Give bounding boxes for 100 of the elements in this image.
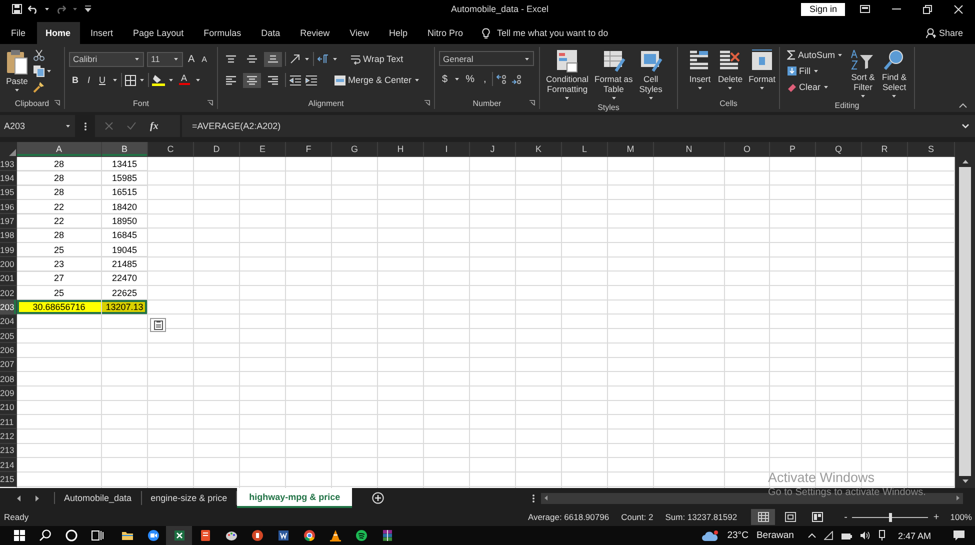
formula-field[interactable]: =AVERAGE(A2:A202): [182, 115, 975, 137]
ribbon-tab[interactable]: Nitro Pro: [418, 22, 472, 44]
ribbon-tab[interactable]: Insert: [82, 22, 122, 44]
scroll-left-icon[interactable]: [544, 495, 548, 501]
ribbon-tab[interactable]: File: [2, 22, 35, 44]
cells-button[interactable]: Format: [746, 47, 778, 97]
video-camera-icon[interactable]: [146, 529, 160, 542]
row-header[interactable]: 201: [0, 272, 17, 286]
column-header[interactable]: R: [862, 142, 908, 157]
scroll-up-icon[interactable]: [962, 159, 968, 164]
row-header[interactable]: 212: [0, 429, 17, 444]
document-app-icon[interactable]: [198, 529, 212, 542]
row-header[interactable]: 206: [0, 343, 17, 358]
more-options-icon[interactable]: [532, 494, 536, 502]
word-app-icon[interactable]: [276, 529, 290, 542]
row-header[interactable]: 205: [0, 328, 17, 344]
format-painter-icon[interactable]: [33, 81, 45, 93]
row-header[interactable]: 207: [0, 358, 17, 372]
number-format-field[interactable]: General: [439, 51, 534, 66]
ribbon-display-icon[interactable]: [860, 5, 870, 13]
row-header[interactable]: 213: [0, 444, 17, 458]
caret-icon[interactable]: [822, 84, 829, 90]
column-header[interactable]: S: [908, 142, 955, 157]
restore-icon[interactable]: [923, 4, 932, 14]
scroll-right-icon[interactable]: [956, 495, 960, 501]
search-field[interactable]: Tell me what you want to do: [497, 28, 608, 38]
task-view-icon[interactable]: [90, 529, 104, 542]
caret-icon[interactable]: [173, 56, 179, 62]
decrease-indent-icon[interactable]: [289, 74, 302, 86]
row-header[interactable]: 199: [0, 242, 17, 258]
caret-icon[interactable]: [44, 6, 50, 12]
sign-in-button[interactable]: Sign in: [801, 2, 845, 16]
music-app-icon[interactable]: [354, 529, 368, 542]
sheet-tab[interactable]: highway-mpg & price: [237, 488, 352, 508]
scroll-down-icon[interactable]: [962, 479, 968, 484]
new-sheet-icon[interactable]: [372, 492, 384, 504]
browser-icon[interactable]: [302, 529, 316, 542]
share-button[interactable]: Share: [920, 22, 975, 44]
column-header[interactable]: E: [240, 142, 286, 157]
expand-icon[interactable]: [962, 124, 969, 128]
column-header[interactable]: Q: [816, 142, 862, 157]
column-header[interactable]: G: [332, 142, 378, 157]
italic-button[interactable]: I: [84, 72, 94, 88]
caret-icon[interactable]: [194, 77, 201, 83]
next-sheet-icon[interactable]: [35, 494, 40, 502]
caret-icon[interactable]: [697, 85, 703, 92]
dialog-launcher-icon[interactable]: [54, 100, 60, 106]
font-color-button[interactable]: A: [176, 72, 192, 88]
copy-icon[interactable]: [33, 65, 45, 77]
caret-icon[interactable]: [332, 56, 338, 62]
save-icon[interactable]: [12, 4, 22, 14]
row-header[interactable]: 198: [0, 228, 17, 243]
caret-icon[interactable]: [524, 56, 530, 62]
increase-indent-icon[interactable]: [305, 74, 318, 86]
dialog-launcher-icon[interactable]: [529, 100, 535, 106]
battery-icon[interactable]: [840, 532, 852, 540]
spreadsheet-app-icon[interactable]: [172, 529, 186, 542]
increase-decimal-icon[interactable]: [496, 74, 508, 84]
dialog-launcher-icon[interactable]: [207, 100, 213, 106]
ribbon-tab[interactable]: Help: [380, 22, 417, 44]
caret-icon[interactable]: [837, 52, 844, 58]
row-header[interactable]: 210: [0, 400, 17, 415]
dialog-launcher-icon[interactable]: [424, 100, 430, 106]
cells-button[interactable]: Delete: [716, 47, 745, 97]
row-header[interactable]: 204: [0, 314, 17, 329]
cells-button[interactable]: Insert: [686, 47, 714, 97]
pen-icon[interactable]: [878, 530, 886, 541]
zoom-level[interactable]: 100%: [950, 512, 975, 522]
style-button[interactable]: Format as Table: [592, 47, 635, 104]
caret-icon[interactable]: [304, 56, 310, 62]
folder-icon[interactable]: [120, 529, 134, 542]
previous-sheet-icon[interactable]: [16, 494, 21, 502]
column-header[interactable]: O: [725, 142, 770, 157]
bottom-align-button[interactable]: [264, 52, 282, 66]
sheet-tab[interactable]: Automobile_data: [55, 491, 142, 505]
ribbon-tab[interactable]: Home: [36, 22, 80, 44]
paste-button[interactable]: Paste: [4, 47, 30, 97]
caret-icon[interactable]: [138, 77, 145, 83]
paste-options-button[interactable]: [150, 318, 166, 332]
zoom-out-button[interactable]: -: [842, 512, 850, 522]
caret-up-icon[interactable]: [808, 533, 816, 538]
clock-time[interactable]: 2:47 AM: [898, 530, 931, 540]
view-button[interactable]: [751, 509, 776, 525]
close-icon[interactable]: [954, 4, 963, 14]
row-header[interactable]: 208: [0, 372, 17, 386]
name-box[interactable]: A203: [0, 115, 75, 137]
percent-button[interactable]: %: [462, 72, 478, 86]
row-header[interactable]: 203: [0, 300, 17, 315]
caret-icon[interactable]: [454, 76, 460, 82]
fill-button[interactable]: Fill: [784, 63, 846, 78]
ribbon-tab[interactable]: Data: [252, 22, 290, 44]
cloud-icon[interactable]: [701, 530, 720, 542]
font-size-field[interactable]: 11: [147, 52, 183, 66]
center-align-button[interactable]: [243, 72, 261, 88]
text-direction-icon[interactable]: [317, 54, 329, 64]
paint-palette-icon[interactable]: [224, 529, 238, 542]
underline-button[interactable]: U: [96, 72, 109, 88]
caret-icon[interactable]: [812, 68, 818, 74]
vertical-scrollbar-thumb[interactable]: [959, 167, 971, 476]
zoom-slider-thumb[interactable]: [888, 512, 892, 522]
